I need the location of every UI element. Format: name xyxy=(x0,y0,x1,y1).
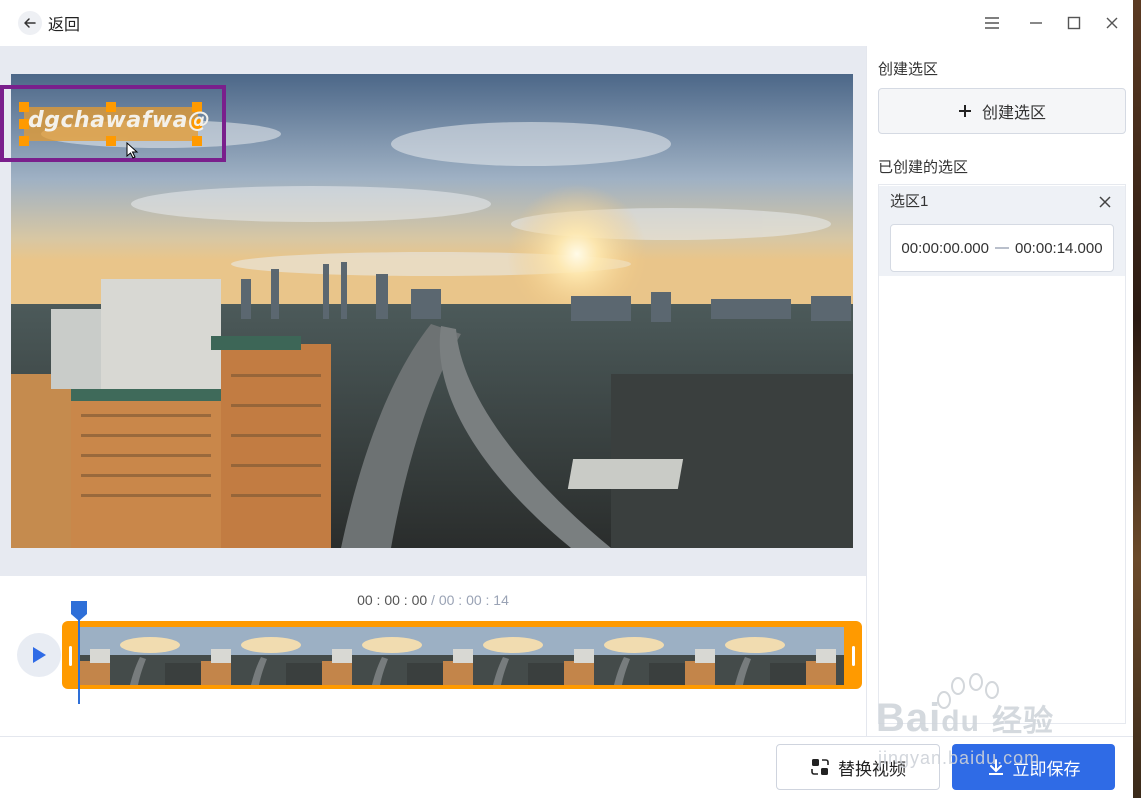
selection-time-range[interactable]: 00:00:00.000 00:00:14.000 xyxy=(890,224,1114,272)
playhead-handle[interactable] xyxy=(70,600,88,622)
thumbnail-frame xyxy=(806,627,844,685)
timecode-readout: 00 : 00 : 00 / 00 : 00 : 14 xyxy=(0,592,866,608)
trim-handle-left[interactable] xyxy=(69,646,72,666)
replace-video-button[interactable]: 替换视频 xyxy=(776,744,940,790)
download-icon xyxy=(988,759,1003,775)
total-time: 00 : 00 : 14 xyxy=(438,592,509,608)
thumbnail-frame xyxy=(322,627,443,685)
created-section-label: 已创建的选区 xyxy=(878,159,969,176)
back-label: 返回 xyxy=(48,17,81,34)
editor-window: 返回 dgchawafwa@ 00: 00: 00 / 00: 00: … xyxy=(0,0,1133,798)
create-selection-button[interactable]: 创建选区 xyxy=(878,88,1126,134)
mouse-cursor-icon xyxy=(126,142,139,159)
thumbnail-frame xyxy=(443,627,564,685)
play-icon xyxy=(33,647,46,663)
time-separator: / xyxy=(431,592,435,608)
create-selection-label: 创建选区 xyxy=(981,105,1046,122)
selection-name: 选区1 xyxy=(890,193,929,210)
thumbnail-frame xyxy=(201,627,322,685)
thumbnail-track xyxy=(80,627,844,685)
back-arrow-icon xyxy=(18,11,42,35)
save-now-button[interactable]: 立即保存 xyxy=(952,744,1115,790)
close-icon[interactable] xyxy=(1102,13,1122,33)
current-time: 00 : 00 : 00 xyxy=(357,592,428,608)
minimize-icon[interactable] xyxy=(1026,13,1046,33)
remove-selection-icon[interactable] xyxy=(1096,193,1114,211)
maximize-icon[interactable] xyxy=(1064,13,1084,33)
range-dash xyxy=(995,247,1009,249)
plus-icon xyxy=(958,105,971,117)
desktop-background-edge xyxy=(1133,0,1141,798)
replace-video-label: 替换视频 xyxy=(838,759,906,779)
selection-start-time[interactable]: 00:00:00.000 xyxy=(901,240,989,257)
watermark-text: dgchawafwa@ xyxy=(28,108,211,133)
thumbnail-frame xyxy=(564,627,685,685)
trim-handle-right[interactable] xyxy=(852,646,855,666)
play-button[interactable] xyxy=(17,633,61,677)
replace-icon xyxy=(811,759,829,775)
selection-end-time[interactable]: 00:00:14.000 xyxy=(1015,240,1103,257)
title-bar: 返回 xyxy=(0,0,1133,46)
create-section-label: 创建选区 xyxy=(878,61,939,78)
menu-icon[interactable] xyxy=(982,13,1002,33)
thumbnail-frame xyxy=(685,627,806,685)
thumbnail-frame xyxy=(80,627,201,685)
save-now-label: 立即保存 xyxy=(1012,759,1081,779)
back-button[interactable]: 返回 xyxy=(18,11,80,35)
